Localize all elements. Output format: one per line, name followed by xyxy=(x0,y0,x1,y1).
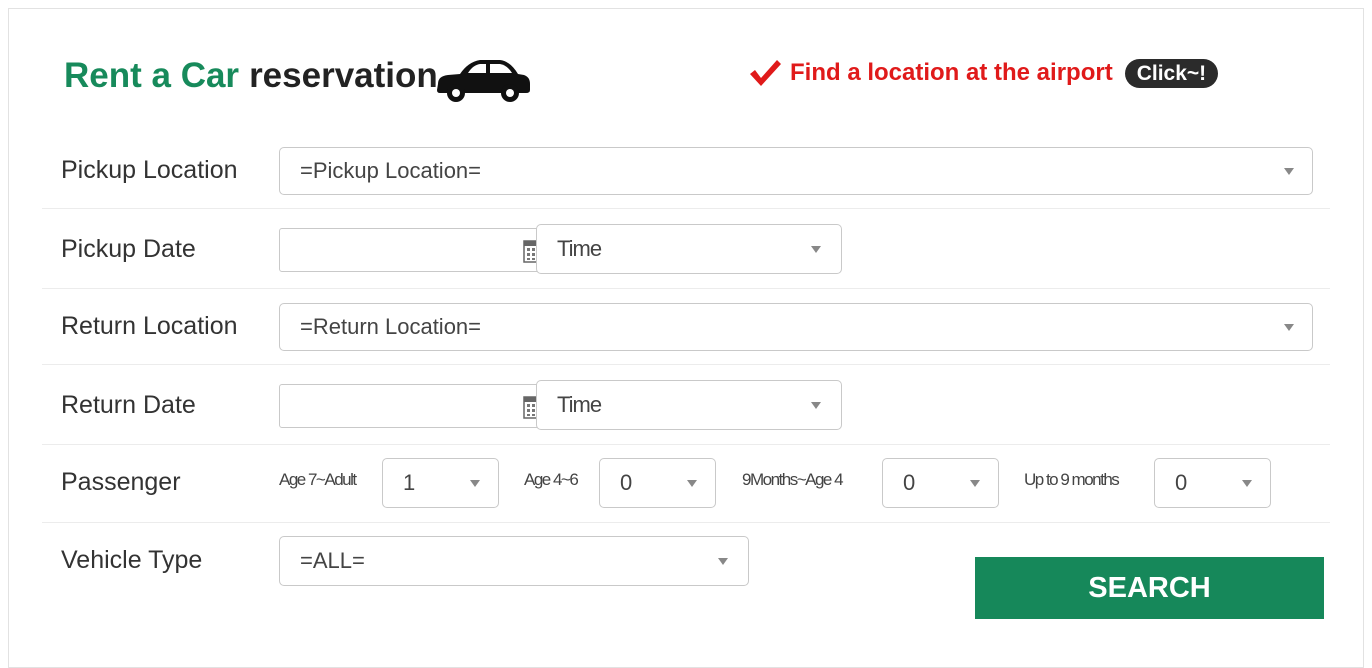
pickup-location-select[interactable]: =Pickup Location= xyxy=(279,147,1313,195)
age-4-6-select[interactable]: 0 xyxy=(599,458,716,508)
age-under-9m-value: 0 xyxy=(1175,470,1188,495)
return-date-input[interactable] xyxy=(279,384,564,428)
chevron-down-icon xyxy=(811,402,821,409)
pickup-time-value: Time xyxy=(557,236,602,261)
pickup-time-select[interactable]: Time xyxy=(536,224,842,274)
chevron-down-icon xyxy=(470,480,480,487)
age-adult-label: Age 7~Adult xyxy=(279,470,357,489)
age-4-6-label: Age 4~6 xyxy=(524,470,579,489)
return-location-label: Return Location xyxy=(61,312,238,340)
pickup-location-label: Pickup Location xyxy=(61,156,238,184)
pickup-location-row: Pickup Location =Pickup Location= xyxy=(42,136,1330,209)
age-9m-4-select[interactable]: 0 xyxy=(882,458,999,508)
return-time-value: Time xyxy=(557,392,602,417)
chevron-down-icon xyxy=(811,246,821,253)
chevron-down-icon xyxy=(1284,168,1294,175)
pickup-date-label: Pickup Date xyxy=(61,235,196,263)
title-rent-a-car: Rent a Car xyxy=(64,56,240,95)
chevron-down-icon xyxy=(718,558,728,565)
pickup-location-value: =Pickup Location= xyxy=(300,158,482,183)
return-location-row: Return Location =Return Location= xyxy=(42,288,1330,365)
vehicle-type-select[interactable]: =ALL= xyxy=(279,536,749,586)
passenger-groups: Age 7~Adult 1 Age 4~6 0 9Months~Age 4 0 … xyxy=(42,458,1330,508)
airport-link[interactable]: Find a location at the airport xyxy=(790,59,1113,87)
vehicle-type-value: =ALL= xyxy=(300,548,365,573)
pickup-date-row: Pickup Date Time xyxy=(42,208,1330,289)
age-4-6-value: 0 xyxy=(620,470,633,495)
pickup-date-input[interactable] xyxy=(279,228,564,272)
age-9m-4-label: 9Months~Age 4 xyxy=(742,470,844,489)
return-location-value: =Return Location= xyxy=(300,314,482,339)
checkmark-icon xyxy=(750,60,781,86)
age-adult-value: 1 xyxy=(403,470,416,495)
chevron-down-icon xyxy=(687,480,697,487)
age-9m-4-value: 0 xyxy=(903,470,916,495)
click-button[interactable]: Click~! xyxy=(1124,58,1219,88)
search-button[interactable]: SEARCH xyxy=(975,557,1324,619)
passenger-row: Passenger Age 7~Adult 1 Age 4~6 0 9Month… xyxy=(42,444,1330,523)
page-title: Rent a Car reservation xyxy=(64,52,532,102)
chevron-down-icon xyxy=(1284,324,1294,331)
return-date-label: Return Date xyxy=(61,391,196,419)
return-location-select[interactable]: =Return Location= xyxy=(279,303,1313,351)
age-under-9m-select[interactable]: 0 xyxy=(1154,458,1271,508)
car-icon xyxy=(436,60,530,102)
vehicle-type-label: Vehicle Type xyxy=(61,546,203,574)
age-adult-select[interactable]: 1 xyxy=(382,458,499,508)
title-reservation: reservation xyxy=(249,56,438,95)
chevron-down-icon xyxy=(970,480,980,487)
chevron-down-icon xyxy=(1242,480,1252,487)
return-date-row: Return Date Time xyxy=(42,364,1330,445)
airport-finder[interactable]: Find a location at the airport Click~! xyxy=(748,56,1219,90)
return-time-select[interactable]: Time xyxy=(536,380,842,430)
age-under-9m-label: Up to 9 months xyxy=(1024,470,1120,489)
